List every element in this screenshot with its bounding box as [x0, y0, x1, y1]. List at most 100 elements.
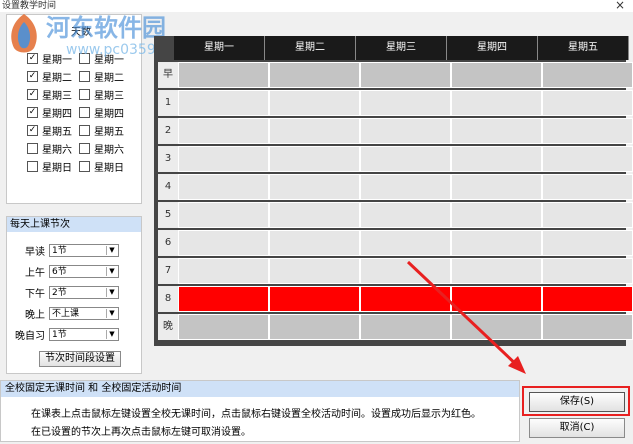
- timetable-cell[interactable]: [269, 202, 360, 228]
- lessons-title: 每天上课节次: [7, 217, 141, 232]
- lesson-count-select[interactable]: 1节 ▼: [49, 328, 119, 341]
- dropdown-arrow-icon[interactable]: ▼: [106, 330, 117, 339]
- weekday-checkbox-row[interactable]: 星期六: [79, 141, 124, 156]
- timetable-cell[interactable]: [542, 230, 633, 256]
- lessons-panel: 每天上课节次 早读 1节 ▼ 上午 6节 ▼ 下午 2节 ▼ 晚上 不上课 ▼ 晚自习 1节 ▼ 节次时间段…: [6, 216, 142, 374]
- lesson-count-select[interactable]: 不上课 ▼: [49, 307, 119, 320]
- timetable-cell[interactable]: [451, 62, 542, 88]
- timetable-cell[interactable]: [542, 62, 633, 88]
- timetable-cell[interactable]: [178, 146, 269, 172]
- weekday-label: 星期日: [42, 163, 72, 174]
- timetable-cell[interactable]: [178, 314, 269, 340]
- checkbox-unchecked-icon[interactable]: [79, 89, 90, 100]
- checkbox-checked-icon[interactable]: ✓: [27, 107, 38, 118]
- timetable-cell[interactable]: [269, 62, 360, 88]
- weekday-label: 星期六: [94, 145, 124, 156]
- column-header: 星期三: [356, 36, 447, 60]
- weekday-label: 星期四: [94, 109, 124, 120]
- timetable-cell[interactable]: [178, 62, 269, 88]
- weekday-label: 星期日: [94, 163, 124, 174]
- dropdown-arrow-icon[interactable]: ▼: [106, 267, 117, 276]
- row-label: 2: [158, 118, 178, 144]
- weekday-checkbox-row[interactable]: 星期五: [79, 123, 124, 138]
- timetable-cell[interactable]: [178, 286, 269, 312]
- weekday-checkbox-row[interactable]: 星期日: [27, 159, 72, 174]
- lesson-row: 晚自习 1节 ▼: [7, 327, 119, 342]
- close-icon[interactable]: ×: [615, 0, 625, 12]
- timetable-cell[interactable]: [542, 286, 633, 312]
- lesson-label: 早读: [25, 247, 45, 258]
- timetable-cell[interactable]: [178, 258, 269, 284]
- timetable-cell[interactable]: [451, 118, 542, 144]
- timetable-cell[interactable]: [360, 118, 451, 144]
- timetable-cell[interactable]: [360, 146, 451, 172]
- cancel-button[interactable]: 取消(C): [529, 418, 625, 438]
- timetable-cell[interactable]: [178, 118, 269, 144]
- timetable-cell[interactable]: [178, 90, 269, 116]
- timetable-cell[interactable]: [542, 174, 633, 200]
- checkbox-unchecked-icon[interactable]: [79, 125, 90, 136]
- lesson-count-select[interactable]: 6节 ▼: [49, 265, 119, 278]
- timetable-cell[interactable]: [269, 286, 360, 312]
- timetable-cell[interactable]: [269, 90, 360, 116]
- row-label: 8: [158, 286, 178, 312]
- dropdown-arrow-icon[interactable]: ▼: [106, 246, 117, 255]
- timetable-cell[interactable]: [542, 90, 633, 116]
- timetable-cell[interactable]: [451, 202, 542, 228]
- timetable-cell[interactable]: [269, 118, 360, 144]
- column-header: 星期四: [447, 36, 538, 60]
- checkbox-checked-icon[interactable]: ✓: [27, 89, 38, 100]
- weekday-checkbox-row[interactable]: ✓ 星期五: [27, 123, 72, 138]
- timetable-cell[interactable]: [542, 146, 633, 172]
- lesson-count-value: 6节: [52, 267, 67, 277]
- timetable-cell[interactable]: [542, 202, 633, 228]
- timetable-cell[interactable]: [451, 146, 542, 172]
- checkbox-unchecked-icon[interactable]: [79, 71, 90, 82]
- weekday-checkbox-row[interactable]: ✓ 星期四: [27, 105, 72, 120]
- lesson-label: 晚自习: [15, 331, 45, 342]
- row-label: 5: [158, 202, 178, 228]
- checkbox-unchecked-icon[interactable]: [79, 107, 90, 118]
- timetable-cell[interactable]: [269, 314, 360, 340]
- weekday-label: 星期二: [94, 73, 124, 84]
- dropdown-arrow-icon[interactable]: ▼: [106, 288, 117, 297]
- weekday-checkbox-row[interactable]: 星期二: [79, 69, 124, 84]
- weekday-label: 星期二: [42, 73, 72, 84]
- timetable-cell[interactable]: [542, 314, 633, 340]
- timetable-cell[interactable]: [178, 202, 269, 228]
- timetable-cell[interactable]: [178, 230, 269, 256]
- checkbox-unchecked-icon[interactable]: [27, 143, 38, 154]
- weekday-checkbox-row[interactable]: 星期六: [27, 141, 72, 156]
- lesson-count-select[interactable]: 2节 ▼: [49, 286, 119, 299]
- weekday-checkbox-row[interactable]: 星期三: [79, 87, 124, 102]
- weekday-checkbox-row[interactable]: 星期日: [79, 159, 124, 174]
- timetable-cell[interactable]: [542, 118, 633, 144]
- checkbox-unchecked-icon[interactable]: [79, 161, 90, 172]
- info-title: 全校固定无课时间 和 全校固定活动时间: [1, 381, 519, 397]
- timetable-cell[interactable]: [360, 202, 451, 228]
- timetable-cell[interactable]: [269, 146, 360, 172]
- timetable-cell[interactable]: [542, 258, 633, 284]
- timetable-cell[interactable]: [178, 174, 269, 200]
- checkbox-checked-icon[interactable]: ✓: [27, 71, 38, 82]
- dropdown-arrow-icon[interactable]: ▼: [106, 309, 117, 318]
- row-label: 3: [158, 146, 178, 172]
- lesson-count-value: 1节: [52, 246, 67, 256]
- timetable-cell[interactable]: [269, 230, 360, 256]
- timetable-cell[interactable]: [269, 174, 360, 200]
- timetable-cell[interactable]: [360, 174, 451, 200]
- lesson-count-select[interactable]: 1节 ▼: [49, 244, 119, 257]
- weekday-checkbox-row[interactable]: ✓ 星期三: [27, 87, 72, 102]
- timetable-cell[interactable]: [360, 90, 451, 116]
- timetable-cell[interactable]: [451, 90, 542, 116]
- weekday-checkbox-row[interactable]: ✓ 星期二: [27, 69, 72, 84]
- period-time-config-button[interactable]: 节次时间段设置: [39, 351, 121, 367]
- checkbox-unchecked-icon[interactable]: [27, 161, 38, 172]
- checkbox-checked-icon[interactable]: ✓: [27, 125, 38, 136]
- checkbox-unchecked-icon[interactable]: [79, 143, 90, 154]
- lesson-label: 上午: [25, 268, 45, 279]
- timetable-cell[interactable]: [360, 62, 451, 88]
- timetable-cell[interactable]: [269, 258, 360, 284]
- weekday-checkbox-row[interactable]: 星期四: [79, 105, 124, 120]
- timetable-cell[interactable]: [451, 174, 542, 200]
